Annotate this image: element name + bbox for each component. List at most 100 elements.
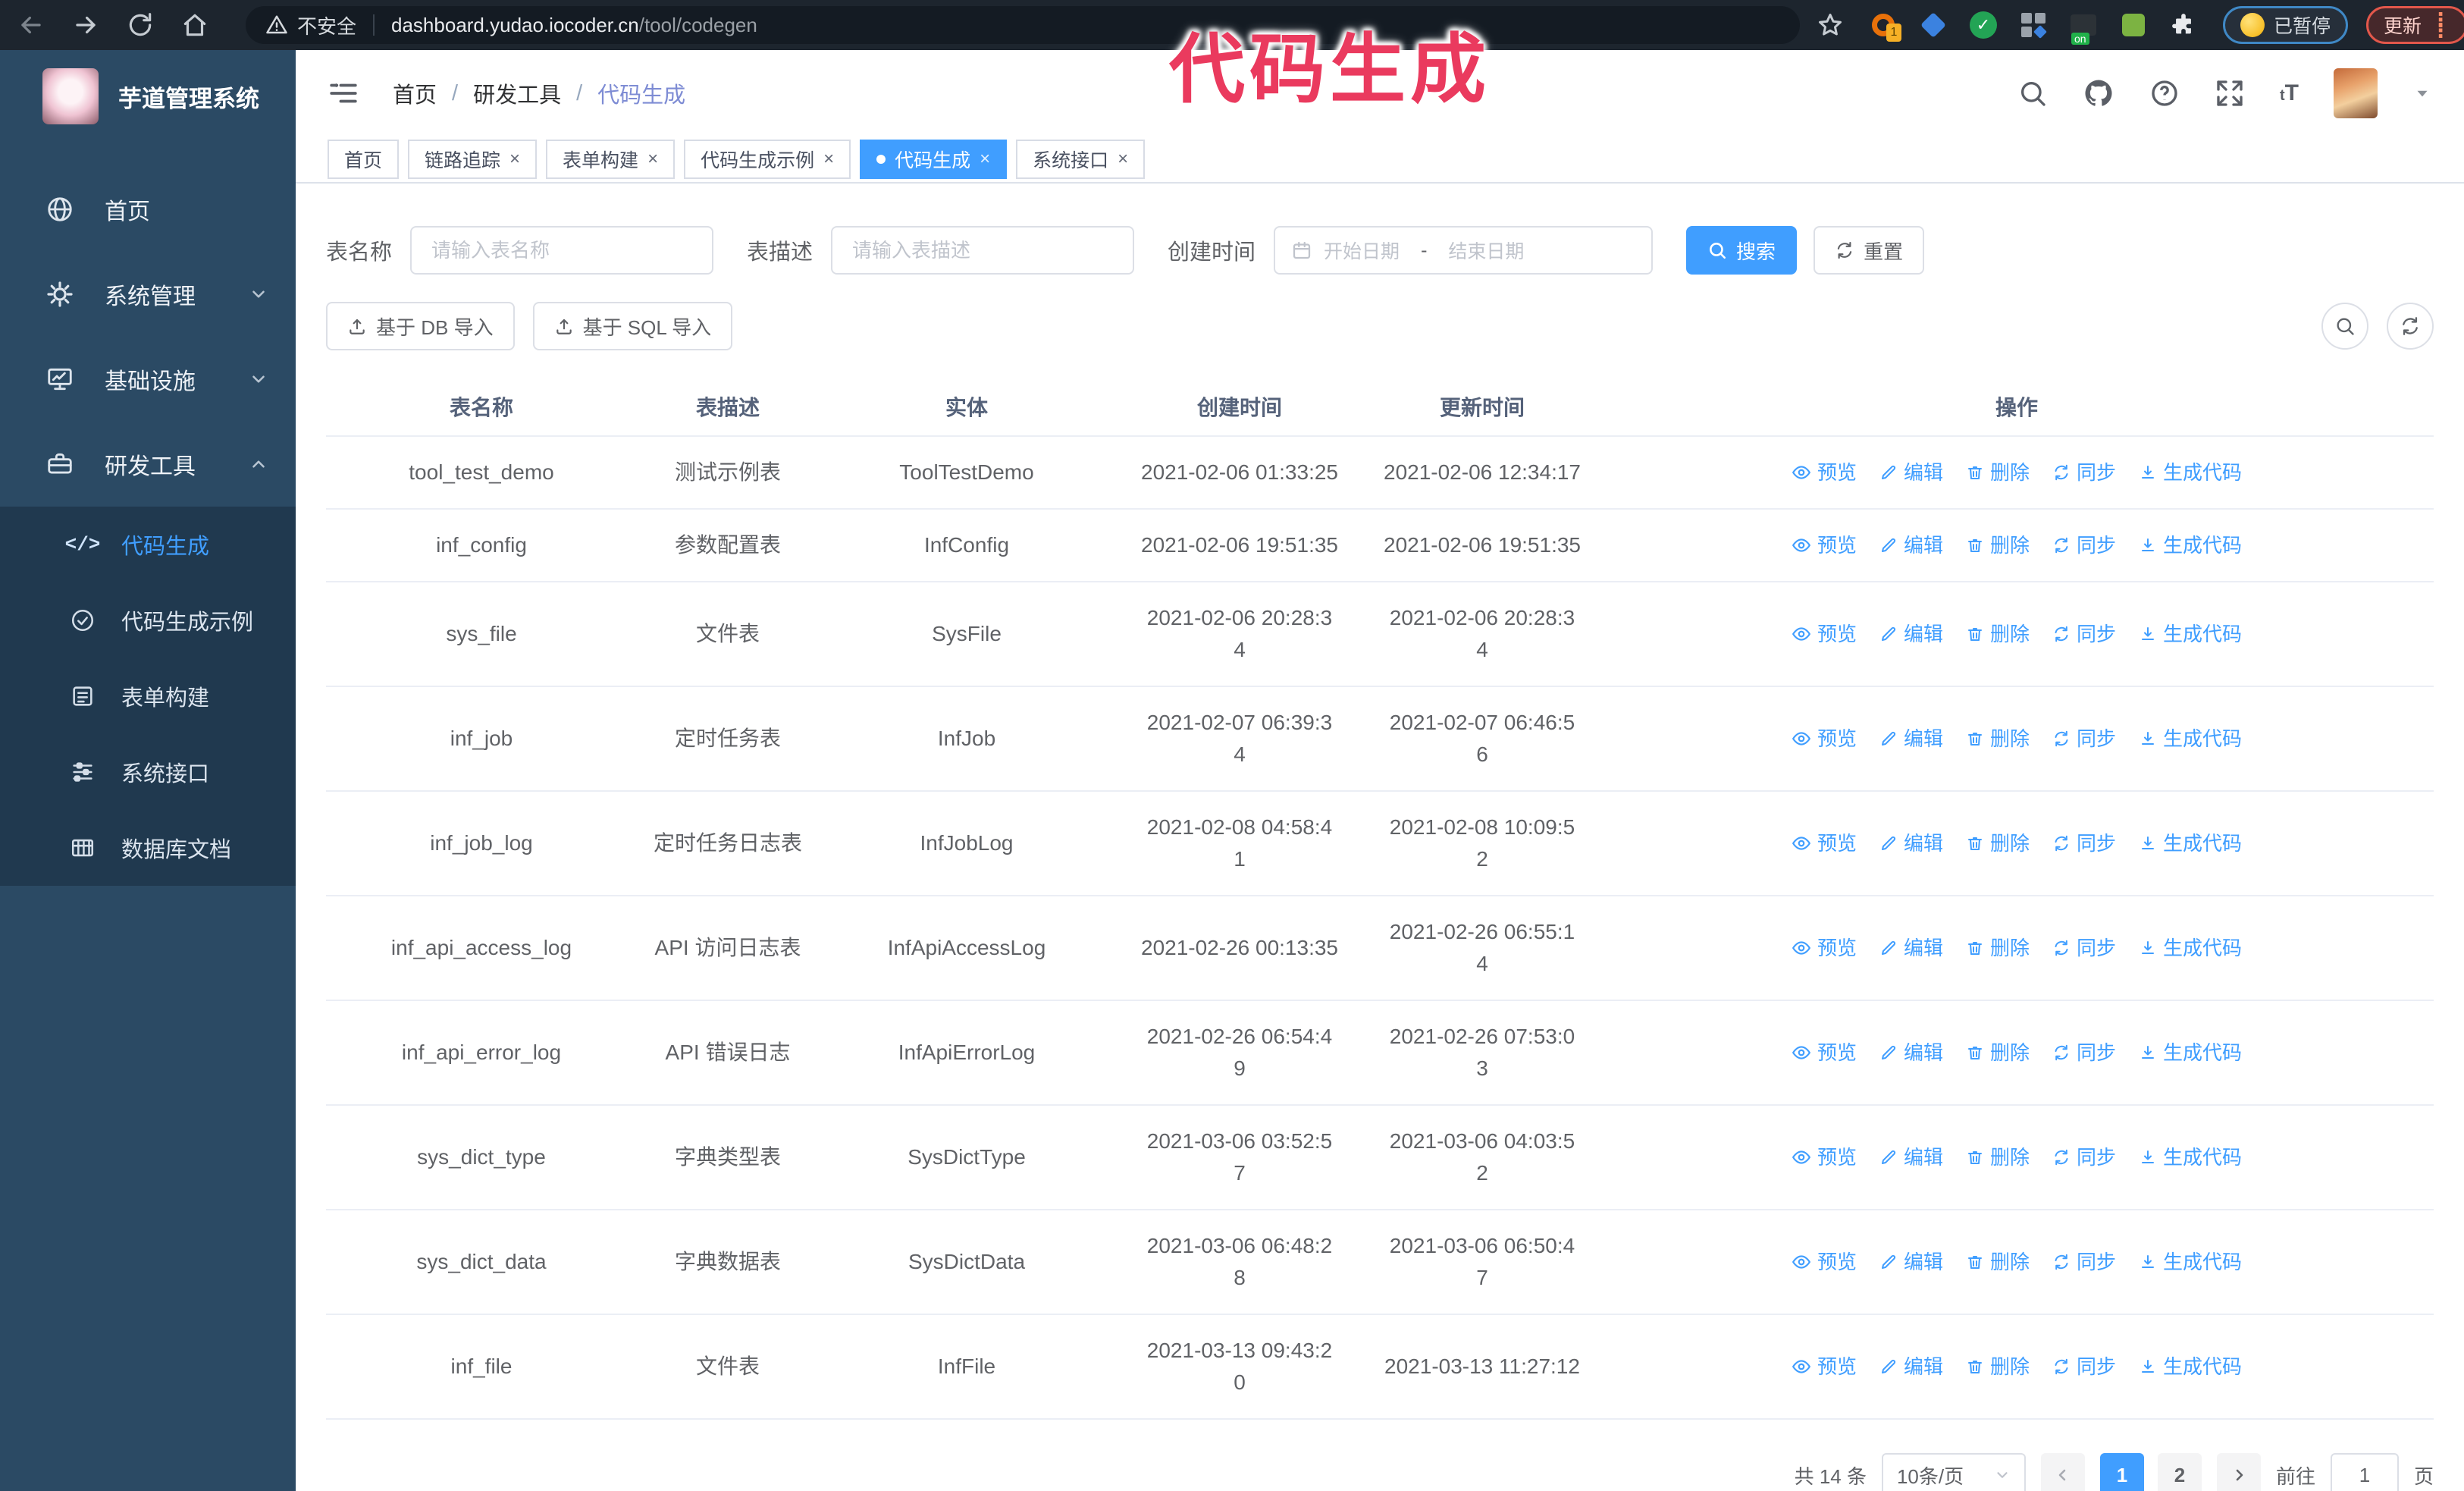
sidebar-item-dev-tools[interactable]: 研发工具 <box>0 422 296 507</box>
page-tab[interactable]: 代码生成示例 × <box>684 140 851 179</box>
toggle-search-button[interactable] <box>2321 303 2368 350</box>
generate-code-button[interactable]: 生成代码 <box>2139 1351 2242 1383</box>
preview-button[interactable]: 预览 <box>1792 1141 1857 1173</box>
extension-icon[interactable]: ✓ <box>1970 11 1997 39</box>
preview-button[interactable]: 预览 <box>1792 723 1857 755</box>
delete-button[interactable]: 删除 <box>1966 1141 2030 1173</box>
page-tab[interactable]: 表单构建 × <box>546 140 676 179</box>
reload-icon[interactable] <box>126 11 155 39</box>
generate-code-button[interactable]: 生成代码 <box>2139 932 2242 964</box>
page-tab[interactable]: 链路追踪 × <box>408 140 538 179</box>
sidebar-item-code-generation[interactable]: </> 代码生成 <box>0 507 296 582</box>
preview-button[interactable]: 预览 <box>1792 618 1857 650</box>
sidebar-item-infrastructure[interactable]: 基础设施 <box>0 337 296 422</box>
close-icon[interactable]: × <box>647 150 658 168</box>
sidebar-item-home[interactable]: 首页 <box>0 167 296 252</box>
caret-down-icon[interactable] <box>2412 83 2432 103</box>
import-db-button[interactable]: 基于 DB 导入 <box>326 302 515 350</box>
back-icon[interactable] <box>17 11 45 39</box>
profile-paused-chip[interactable]: 已暂停 <box>2223 6 2349 44</box>
sync-button[interactable]: 同步 <box>2052 827 2116 859</box>
sync-button[interactable]: 同步 <box>2052 723 2116 755</box>
update-browser-button[interactable]: 更新 ⋮ ⋮ <box>2366 6 2464 44</box>
delete-button[interactable]: 删除 <box>1966 1351 2030 1383</box>
sync-button[interactable]: 同步 <box>2052 457 2116 488</box>
edit-button[interactable]: 编辑 <box>1879 1037 1943 1069</box>
github-icon[interactable] <box>2083 77 2114 109</box>
preview-button[interactable]: 预览 <box>1792 1037 1857 1069</box>
close-icon[interactable]: × <box>980 150 990 168</box>
breadcrumb-home[interactable]: 首页 <box>393 77 437 109</box>
extension-icon[interactable] <box>2120 11 2147 39</box>
extension-icon[interactable]: 1 <box>1870 11 1901 42</box>
more-menu-icon[interactable]: ⋮ ⋮ <box>2431 10 2450 40</box>
delete-button[interactable]: 删除 <box>1966 723 2030 755</box>
extension-icon[interactable]: on <box>2070 11 2097 45</box>
edit-button[interactable]: 编辑 <box>1879 723 1943 755</box>
generate-code-button[interactable]: 生成代码 <box>2139 827 2242 859</box>
app-logo[interactable]: 芋道管理系统 <box>0 50 296 140</box>
delete-button[interactable]: 删除 <box>1966 457 2030 488</box>
edit-button[interactable]: 编辑 <box>1879 932 1943 964</box>
preview-button[interactable]: 预览 <box>1792 827 1857 859</box>
extension-icon[interactable] <box>2020 11 2047 39</box>
sidebar-toggle-icon[interactable] <box>328 77 359 109</box>
sidebar-item-database-docs[interactable]: 数据库文档 <box>0 810 296 886</box>
table-name-input[interactable] <box>410 226 714 275</box>
preview-button[interactable]: 预览 <box>1792 932 1857 964</box>
search-icon[interactable] <box>2017 78 2048 108</box>
font-size-icon[interactable]: tT <box>2280 80 2299 106</box>
extension-icon[interactable] <box>1920 11 1947 39</box>
delete-button[interactable]: 删除 <box>1966 529 2030 561</box>
edit-button[interactable]: 编辑 <box>1879 618 1943 650</box>
sidebar-item-form-builder[interactable]: 表单构建 <box>0 658 296 734</box>
help-icon[interactable] <box>2149 78 2180 108</box>
sync-button[interactable]: 同步 <box>2052 932 2116 964</box>
close-icon[interactable]: × <box>509 150 520 168</box>
bookmark-star-icon[interactable] <box>1817 11 1844 39</box>
generate-code-button[interactable]: 生成代码 <box>2139 457 2242 488</box>
edit-button[interactable]: 编辑 <box>1879 1351 1943 1383</box>
delete-button[interactable]: 删除 <box>1966 827 2030 859</box>
sidebar-item-code-generation-example[interactable]: 代码生成示例 <box>0 582 296 658</box>
breadcrumb-dev-tools[interactable]: 研发工具 <box>473 77 561 109</box>
address-bar[interactable]: 不安全 dashboard.yudao.iocoder.cn/tool/code… <box>246 6 1800 44</box>
home-icon[interactable] <box>180 11 209 39</box>
edit-button[interactable]: 编辑 <box>1879 827 1943 859</box>
sync-button[interactable]: 同步 <box>2052 1141 2116 1173</box>
sync-button[interactable]: 同步 <box>2052 1037 2116 1069</box>
forward-icon[interactable] <box>71 11 100 39</box>
delete-button[interactable]: 删除 <box>1966 932 2030 964</box>
sync-button[interactable]: 同步 <box>2052 1351 2116 1383</box>
generate-code-button[interactable]: 生成代码 <box>2139 723 2242 755</box>
sync-button[interactable]: 同步 <box>2052 618 2116 650</box>
next-page-button[interactable] <box>2216 1453 2261 1491</box>
edit-button[interactable]: 编辑 <box>1879 1246 1943 1278</box>
import-sql-button[interactable]: 基于 SQL 导入 <box>532 302 733 350</box>
edit-button[interactable]: 编辑 <box>1879 457 1943 488</box>
generate-code-button[interactable]: 生成代码 <box>2139 1037 2242 1069</box>
security-chip[interactable]: 不安全 <box>265 11 356 39</box>
close-icon[interactable]: × <box>823 150 834 168</box>
sidebar-item-system-api[interactable]: 系统接口 <box>0 734 296 810</box>
edit-button[interactable]: 编辑 <box>1879 1141 1943 1173</box>
preview-button[interactable]: 预览 <box>1792 1351 1857 1383</box>
avatar[interactable] <box>2334 68 2378 118</box>
delete-button[interactable]: 删除 <box>1966 1246 2030 1278</box>
sync-button[interactable]: 同步 <box>2052 1246 2116 1278</box>
delete-button[interactable]: 删除 <box>1966 1037 2030 1069</box>
generate-code-button[interactable]: 生成代码 <box>2139 1141 2242 1173</box>
page-number-button[interactable]: 2 <box>2157 1453 2202 1491</box>
close-icon[interactable]: × <box>1118 150 1128 168</box>
date-range-picker[interactable]: 开始日期 - 结束日期 <box>1274 226 1654 275</box>
preview-button[interactable]: 预览 <box>1792 457 1857 488</box>
preview-button[interactable]: 预览 <box>1792 1246 1857 1278</box>
search-button[interactable]: 搜索 <box>1686 226 1798 275</box>
page-tab[interactable]: 首页 <box>328 140 400 179</box>
goto-page-input[interactable] <box>2330 1453 2399 1491</box>
page-size-select[interactable]: 10条/页 <box>1881 1453 2026 1491</box>
table-desc-input[interactable] <box>831 226 1135 275</box>
edit-button[interactable]: 编辑 <box>1879 529 1943 561</box>
sync-button[interactable]: 同步 <box>2052 529 2116 561</box>
delete-button[interactable]: 删除 <box>1966 618 2030 650</box>
